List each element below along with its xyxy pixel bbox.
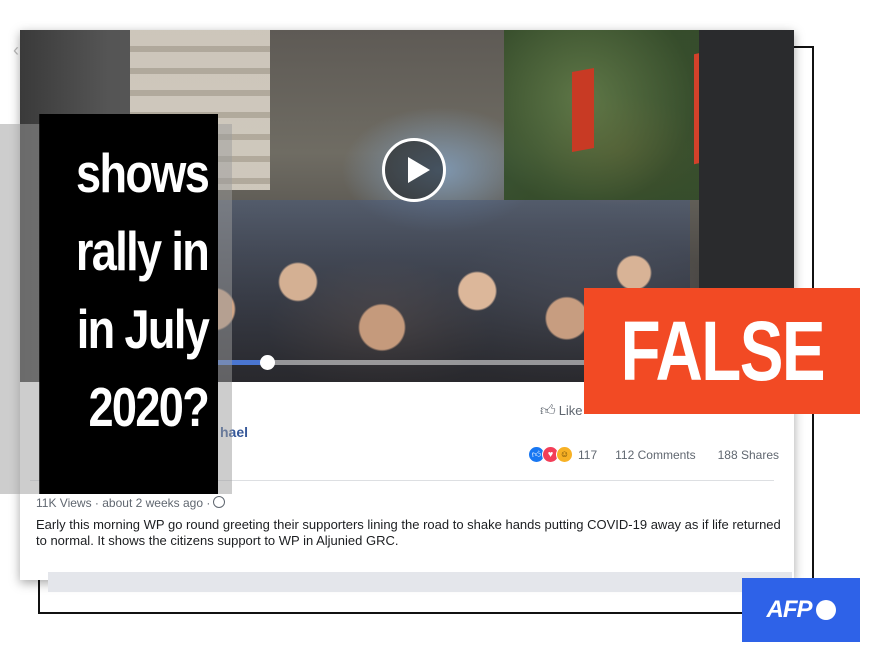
afp-logo: AFP xyxy=(742,578,860,642)
reaction-count: 117 xyxy=(578,447,598,462)
question-line: rally in xyxy=(75,220,210,282)
post-views-meta: 11K Views · about 2 weeks ago · xyxy=(36,496,226,510)
play-icon[interactable] xyxy=(382,138,446,202)
afp-logo-text: AFP xyxy=(766,596,813,623)
post-footer-bar xyxy=(48,572,792,592)
shares-count-link[interactable]: 188 Shares xyxy=(718,448,779,462)
question-line: in July xyxy=(76,298,210,360)
comments-count-link[interactable]: 112 Comments xyxy=(615,448,695,462)
question-line: 2020? xyxy=(88,376,209,438)
question-line: shows xyxy=(76,142,210,204)
reactions-summary[interactable]: 👍︎ ♥ ☺ 117 112 Comments 188 Shares xyxy=(528,446,779,463)
like-button[interactable]: 👍︎ Like xyxy=(540,402,583,420)
video-flag xyxy=(572,68,594,152)
globe-icon xyxy=(213,496,226,508)
video-tree xyxy=(504,30,704,200)
verdict-label: FALSE xyxy=(584,288,860,414)
thumbs-up-icon: 👍︎ xyxy=(540,402,556,419)
haha-reaction-icon: ☺ xyxy=(556,446,573,463)
afp-logo-dot xyxy=(815,600,836,620)
chevron-left-icon: ‹ xyxy=(13,40,19,60)
post-description: Early this morning WP go round greeting … xyxy=(36,517,781,548)
video-right-edge xyxy=(699,30,794,292)
video-progress-handle[interactable] xyxy=(259,355,275,370)
claim-question-box: shows rally in in July 2020? xyxy=(39,114,218,494)
